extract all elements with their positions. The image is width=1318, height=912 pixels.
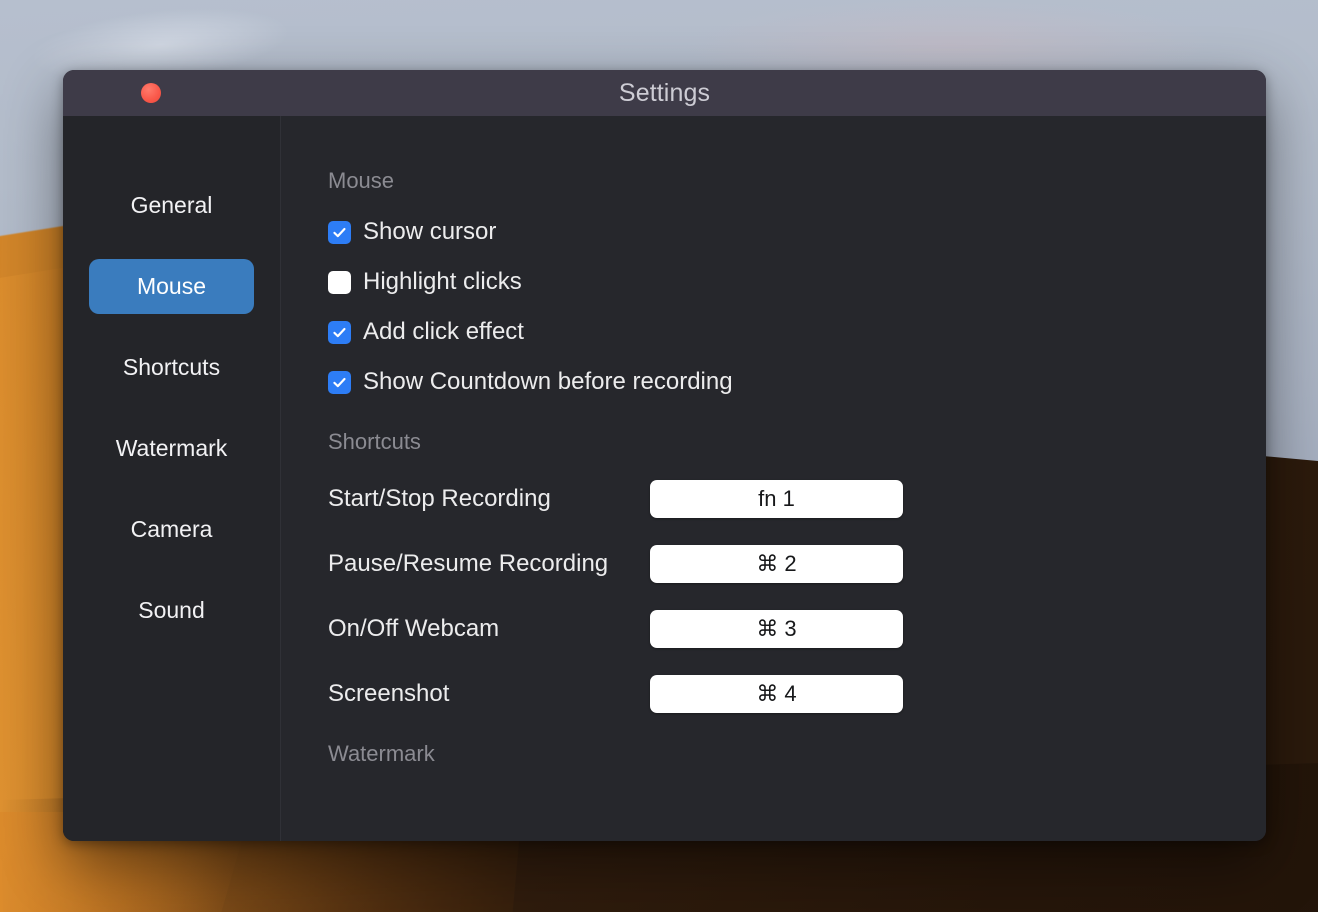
shortcut-input-on-off-webcam[interactable]: ⌘ 3 [650,610,903,648]
checkbox-row-highlight-clicks[interactable]: Highlight clicks [328,265,522,299]
shortcut-label: On/Off Webcam [328,615,500,642]
checkmark-icon [333,377,346,387]
checkbox-highlight-clicks[interactable] [328,270,351,294]
settings-sidebar: General Mouse Shortcuts Watermark Camera… [63,116,281,841]
shortcut-label: Screenshot [328,680,450,707]
sidebar-item-camera[interactable]: Camera [89,502,254,557]
sidebar-item-mouse[interactable]: Mouse [89,259,254,314]
sidebar-item-label: Shortcuts [122,354,221,380]
sidebar-item-label: Mouse [136,273,207,299]
shortcut-input-pause-resume-recording[interactable]: ⌘ 2 [650,545,903,583]
shortcut-row-pause-resume-recording: Pause/Resume Recording ⌘ 2 [328,541,1266,587]
settings-content: Mouse Show cursor Highlight clicks Add c… [281,116,1266,841]
shortcut-label: Pause/Resume Recording [328,550,609,577]
close-button[interactable] [141,83,161,103]
sidebar-item-sound[interactable]: Sound [89,583,254,638]
checkbox-show-cursor[interactable] [328,220,351,244]
shortcut-label: Start/Stop Recording [328,485,551,512]
sidebar-item-label: Sound [138,597,205,623]
sidebar-item-label: General [130,192,213,218]
checkbox-label: Add click effect [363,318,524,345]
sidebar-item-label: Watermark [115,435,228,461]
sidebar-item-label: Camera [130,516,213,542]
mouse-section-heading: Mouse [328,168,395,193]
watermark-section-heading: Watermark [328,741,435,766]
sidebar-item-watermark[interactable]: Watermark [89,421,254,476]
shortcuts-section-heading: Shortcuts [328,429,421,454]
sidebar-item-general[interactable]: General [89,178,254,233]
checkbox-show-countdown[interactable] [328,370,351,394]
checkbox-row-show-cursor[interactable]: Show cursor [328,215,496,249]
checkmark-icon [333,327,346,337]
checkbox-label: Show Countdown before recording [363,368,733,395]
checkbox-label: Highlight clicks [363,268,522,295]
desktop-wallpaper: Settings General Mouse Shortcuts Waterma… [0,0,1318,912]
shortcut-input-screenshot[interactable]: ⌘ 4 [650,675,903,713]
window-titlebar: Settings [63,70,1266,116]
shortcuts-section: Shortcuts Start/Stop Recording fn 1 Paus… [328,429,1266,717]
checkbox-row-add-click-effect[interactable]: Add click effect [328,315,524,349]
checkmark-icon [333,227,346,237]
settings-window: Settings General Mouse Shortcuts Waterma… [63,70,1266,841]
checkbox-row-show-countdown[interactable]: Show Countdown before recording [328,365,733,399]
checkbox-add-click-effect[interactable] [328,320,351,344]
shortcut-input-start-stop-recording[interactable]: fn 1 [650,480,903,518]
sidebar-item-shortcuts[interactable]: Shortcuts [89,340,254,395]
window-body: General Mouse Shortcuts Watermark Camera… [63,116,1266,841]
shortcut-row-on-off-webcam: On/Off Webcam ⌘ 3 [328,606,1266,652]
window-title: Settings [618,78,711,107]
shortcut-row-start-stop-recording: Start/Stop Recording fn 1 [328,476,1266,522]
shortcut-row-screenshot: Screenshot ⌘ 4 [328,671,1266,717]
checkbox-label: Show cursor [363,218,497,245]
